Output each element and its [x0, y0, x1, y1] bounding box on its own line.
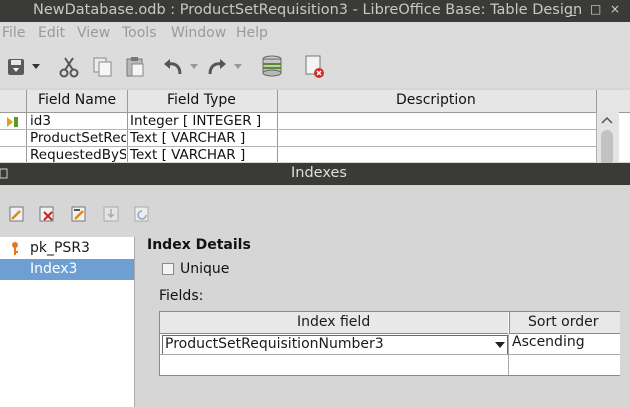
minimize-button[interactable]: _ — [570, 2, 576, 16]
index-design-icon[interactable] — [303, 54, 327, 80]
save-icon[interactable] — [6, 57, 26, 77]
index-details-heading: Index Details — [147, 237, 251, 253]
column-header-field-name[interactable]: Field Name — [38, 92, 116, 108]
menu-window[interactable]: Window — [171, 25, 226, 41]
redo-dropdown-icon[interactable] — [233, 63, 243, 71]
fields-label: Fields: — [159, 288, 204, 304]
menu-help[interactable]: Help — [236, 25, 268, 41]
sort-order-value[interactable]: Ascending — [512, 334, 585, 350]
database-icon[interactable] — [260, 54, 284, 78]
chevron-down-icon[interactable] — [495, 342, 505, 349]
indexes-dialog-title: Indexes — [291, 165, 347, 181]
menu-edit[interactable]: Edit — [38, 25, 65, 41]
field-type-cell[interactable]: Integer [ INTEGER ] — [130, 113, 276, 129]
redo-icon[interactable] — [206, 57, 228, 77]
column-header-description[interactable]: Description — [396, 92, 476, 108]
copy-icon[interactable] — [92, 56, 114, 78]
column-header-index-field[interactable]: Index field — [160, 312, 508, 334]
grid-header: Field Name Field Type Description — [0, 90, 630, 113]
column-header-sort-order[interactable]: Sort order — [509, 312, 621, 334]
close-button[interactable]: × — [610, 2, 620, 16]
field-name-cell[interactable]: RequestedBySalesRep3 — [30, 147, 126, 163]
menu-tools[interactable]: Tools — [122, 25, 157, 41]
paste-icon[interactable] — [124, 56, 146, 78]
dialog-menu-icon[interactable] — [0, 168, 8, 180]
window-titlebar: NewDatabase.odb : ProductSetRequisition3… — [0, 0, 630, 22]
index-name: pk_PSR3 — [30, 240, 90, 256]
save-index-icon[interactable] — [102, 205, 120, 223]
scrollbar-thumb[interactable] — [601, 130, 613, 166]
field-type-cell[interactable]: Text [ VARCHAR ] — [130, 130, 276, 146]
maximize-button[interactable]: □ — [590, 2, 601, 16]
index-field-combobox[interactable]: ProductSetRequisitionNumber3 — [162, 335, 508, 355]
unique-checkbox[interactable] — [162, 263, 174, 275]
index-list-item-pk[interactable]: pk_PSR3 — [0, 238, 134, 259]
index-field-value: ProductSetRequisitionNumber3 — [165, 336, 384, 352]
indexes-dialog-titlebar: Indexes — [0, 163, 630, 185]
delete-index-icon[interactable] — [38, 205, 56, 223]
empty-sort-order-cell[interactable] — [509, 355, 620, 375]
new-index-icon[interactable] — [8, 205, 26, 223]
index-name: Index3 — [30, 261, 78, 277]
dialog-edge — [620, 310, 630, 407]
undo-dropdown-icon[interactable] — [189, 63, 199, 71]
main-toolbar — [0, 46, 630, 88]
column-header-field-type[interactable]: Field Type — [167, 92, 236, 108]
menu-file[interactable]: File — [2, 25, 25, 41]
field-name-cell[interactable]: id3 — [30, 113, 126, 129]
index-list-item-selected[interactable]: Index3 — [0, 259, 134, 280]
menu-view[interactable]: View — [77, 25, 110, 41]
table-design-grid: Field Name Field Type Description id3 In… — [0, 90, 630, 166]
rename-index-icon[interactable] — [70, 205, 88, 223]
unique-label[interactable]: Unique — [180, 261, 229, 277]
dropdown-arrow-icon[interactable] — [31, 63, 41, 71]
index-fields-table: Index field Sort order ProductSetRequisi… — [159, 311, 621, 376]
window-title: NewDatabase.odb : ProductSetRequisition3… — [33, 2, 583, 18]
cut-icon[interactable] — [58, 56, 80, 78]
reset-index-icon[interactable] — [133, 205, 151, 223]
undo-icon[interactable] — [162, 57, 184, 77]
scroll-up-icon[interactable] — [601, 115, 613, 125]
menu-bar: File Edit View Tools Window Help — [0, 22, 630, 46]
field-type-cell[interactable]: Text [ VARCHAR ] — [130, 147, 276, 163]
current-row-indicator-icon — [7, 117, 18, 127]
empty-index-field-cell[interactable] — [160, 355, 508, 375]
field-name-cell[interactable]: ProductSetRequisitionNumber3 — [30, 130, 126, 146]
primary-key-icon — [12, 242, 18, 255]
index-list: pk_PSR3 Index3 — [0, 237, 135, 407]
grid-vertical-scrollbar[interactable] — [596, 112, 619, 166]
